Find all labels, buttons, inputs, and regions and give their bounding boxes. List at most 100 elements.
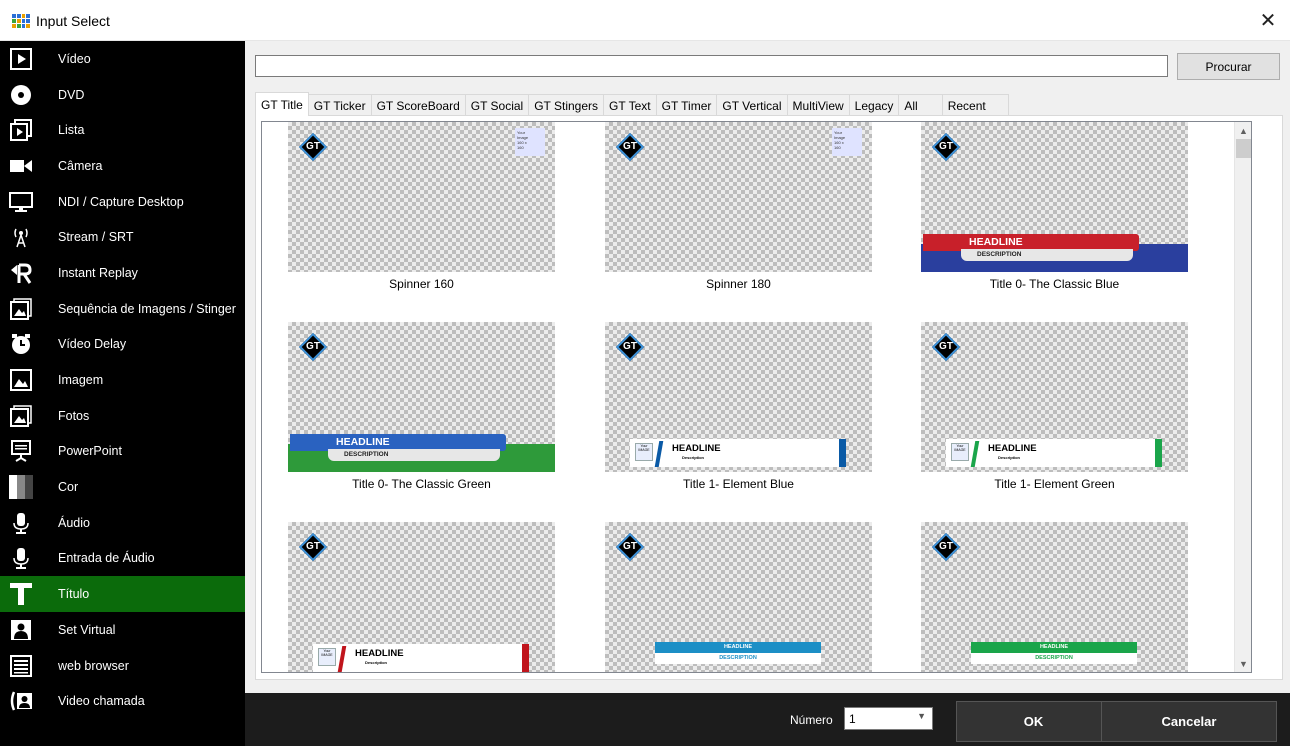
tab[interactable]: GT Title bbox=[255, 92, 309, 116]
microphone-icon bbox=[8, 510, 34, 536]
title-template-item[interactable]: GT HEADLINE DESCRIPTION Title 0- The Classi… bbox=[288, 322, 558, 491]
sidebar-item[interactable]: Entrada de Áudio bbox=[0, 541, 245, 577]
title-t-icon bbox=[8, 581, 34, 607]
title-template-item[interactable]: GT HEADLINE DESCRIPTION bbox=[605, 522, 875, 672]
scrollbar-thumb[interactable] bbox=[1236, 139, 1251, 158]
sidebar-item[interactable]: DVD bbox=[0, 77, 245, 113]
headline-graphic: Your IMAGE HEADLINE Description bbox=[313, 644, 529, 672]
number-select[interactable]: 1 ▼ bbox=[844, 707, 933, 730]
title-thumbnail: GT Your Image 160 x 160 bbox=[605, 122, 872, 272]
sidebar-item[interactable]: web browser bbox=[0, 648, 245, 684]
sidebar-item[interactable]: Stream / SRT bbox=[0, 219, 245, 255]
app-grid-icon bbox=[12, 14, 30, 28]
close-icon[interactable]: ✕ bbox=[1254, 8, 1282, 32]
title-template-label: Spinner 160 bbox=[389, 277, 454, 291]
title-template-item[interactable]: GT Your Image 160 x 160 Spinner 160 bbox=[288, 122, 558, 291]
video-icon bbox=[8, 46, 34, 72]
sidebar-item[interactable]: Lista bbox=[0, 112, 245, 148]
sidebar-item-label: Sequência de Imagens / Stinger bbox=[58, 301, 236, 316]
title-template-label: Title 0- The Classic Blue bbox=[989, 277, 1120, 291]
sidebar-item-label: Câmera bbox=[58, 158, 103, 173]
camera-icon bbox=[8, 153, 34, 179]
headline-graphic: HEADLINE DESCRIPTION bbox=[655, 642, 821, 664]
image-sequence-icon bbox=[8, 296, 34, 322]
sidebar-item[interactable]: Vídeo Delay bbox=[0, 327, 245, 363]
tab[interactable]: Recent bbox=[941, 94, 1009, 116]
headline-graphic: Your IMAGE HEADLINE Description bbox=[630, 439, 846, 467]
tab[interactable]: MultiView bbox=[786, 94, 850, 116]
tab[interactable]: GT Stingers bbox=[528, 94, 605, 116]
browse-button[interactable]: Procurar bbox=[1177, 53, 1280, 80]
sidebar-item[interactable]: Imagem bbox=[0, 362, 245, 398]
title-thumbnail: GT HEADLINE DESCRIPTION bbox=[921, 122, 1188, 272]
scroll-down-icon[interactable]: ▼ bbox=[1235, 655, 1251, 672]
sidebar-item-label: Áudio bbox=[58, 515, 90, 530]
title-thumbnail: GT Your Image 160 x 160 bbox=[288, 122, 555, 272]
sidebar-item[interactable]: Câmera bbox=[0, 148, 245, 184]
sidebar-item[interactable]: Video chamada bbox=[0, 683, 245, 719]
ok-button[interactable]: OK bbox=[956, 701, 1111, 742]
gt-logo-icon: GT bbox=[931, 132, 961, 162]
search-input[interactable] bbox=[255, 55, 1168, 77]
number-label: Número bbox=[790, 713, 833, 727]
title-thumbnail: GT HEADLINE DESCRIPTION bbox=[605, 522, 872, 672]
number-select-value: 1 bbox=[849, 711, 856, 726]
sidebar-item-label: Título bbox=[58, 587, 90, 602]
sidebar-item-label: DVD bbox=[58, 87, 85, 102]
sidebar-item[interactable]: Instant Replay bbox=[0, 255, 245, 291]
gt-logo-icon: GT bbox=[931, 532, 961, 562]
title-template-item[interactable]: GT Your Image 160 x 160 Spinner 180 bbox=[605, 122, 875, 291]
sidebar-item[interactable]: PowerPoint bbox=[0, 434, 245, 470]
gt-logo-icon: GT bbox=[615, 332, 645, 362]
tab[interactable]: All bbox=[898, 94, 943, 116]
sidebar-item-label: Video chamada bbox=[58, 694, 145, 709]
tab[interactable]: GT Social bbox=[464, 94, 530, 116]
cancel-button[interactable]: Cancelar bbox=[1101, 701, 1277, 742]
title-template-label: Title 1- Element Green bbox=[994, 477, 1115, 491]
gt-logo-icon: GT bbox=[298, 332, 328, 362]
sidebar-item[interactable]: Set Virtual bbox=[0, 612, 245, 648]
tab[interactable]: GT Vertical bbox=[716, 94, 788, 116]
headline-graphic: HEADLINE DESCRIPTION bbox=[971, 642, 1137, 664]
sidebar-item[interactable]: Sequência de Imagens / Stinger bbox=[0, 291, 245, 327]
category-tabs: GT Title GT Ticker GT ScoreBoard GT Social G… bbox=[255, 92, 1009, 116]
sidebar-item[interactable]: NDI / Capture Desktop bbox=[0, 184, 245, 220]
video-call-icon bbox=[8, 688, 34, 714]
title-thumbnail: GT HEADLINE DESCRIPTION bbox=[288, 322, 555, 472]
tab-panel: GT HEADLINE DESCRIPTION GT HEADLINE DESCRIPTI… bbox=[255, 115, 1283, 680]
sidebar-item-label: PowerPoint bbox=[58, 444, 122, 459]
tab[interactable]: GT Ticker bbox=[307, 94, 372, 116]
title-bar: Input Select ✕ bbox=[0, 0, 1290, 41]
audio-input-icon bbox=[8, 545, 34, 571]
spinner-preview: Your Image 160 x 160 bbox=[832, 128, 862, 156]
title-template-item[interactable]: GT Your IMAGE HEADLINE Description Title 1- … bbox=[921, 322, 1191, 491]
dialog-footer: Número 1 ▼ OK Cancelar bbox=[245, 693, 1290, 746]
scroll-up-icon[interactable]: ▲ bbox=[1235, 122, 1251, 139]
tab[interactable]: GT Timer bbox=[655, 94, 718, 116]
photos-icon bbox=[8, 403, 34, 429]
tab[interactable]: Legacy bbox=[848, 94, 900, 116]
sidebar-item-label: Lista bbox=[58, 123, 85, 138]
sidebar-item[interactable]: Fotos bbox=[0, 398, 245, 434]
dvd-icon bbox=[8, 82, 34, 108]
headline-graphic: Your IMAGE HEADLINE Description bbox=[946, 439, 1162, 467]
sidebar-item-label: Instant Replay bbox=[58, 265, 138, 280]
tab[interactable]: GT ScoreBoard bbox=[370, 94, 466, 116]
image-icon bbox=[8, 367, 34, 393]
title-template-item[interactable]: GT Your IMAGE HEADLINE Description Title 1- … bbox=[605, 322, 875, 491]
sidebar-item[interactable]: Vídeo bbox=[0, 41, 245, 77]
title-template-label: Spinner 180 bbox=[706, 277, 771, 291]
gt-logo-icon: GT bbox=[298, 132, 328, 162]
monitor-icon bbox=[8, 189, 34, 215]
title-template-item[interactable]: GT HEADLINE DESCRIPTION bbox=[921, 522, 1191, 672]
sidebar-item[interactable]: Áudio bbox=[0, 505, 245, 541]
headline-graphic: HEADLINE DESCRIPTION bbox=[921, 234, 1188, 272]
title-template-item[interactable]: GT Your IMAGE HEADLINE Description bbox=[288, 522, 558, 672]
sidebar-item[interactable]: Cor bbox=[0, 469, 245, 505]
replay-icon bbox=[8, 260, 34, 286]
vertical-scrollbar[interactable]: ▲ ▼ bbox=[1234, 122, 1251, 672]
title-thumbnail: GT Your IMAGE HEADLINE Description bbox=[921, 322, 1188, 472]
tab[interactable]: GT Text bbox=[603, 94, 657, 116]
title-template-item[interactable]: GT HEADLINE DESCRIPTION Title 0- The Classi… bbox=[921, 122, 1191, 291]
sidebar-item[interactable]: Título bbox=[0, 576, 245, 612]
